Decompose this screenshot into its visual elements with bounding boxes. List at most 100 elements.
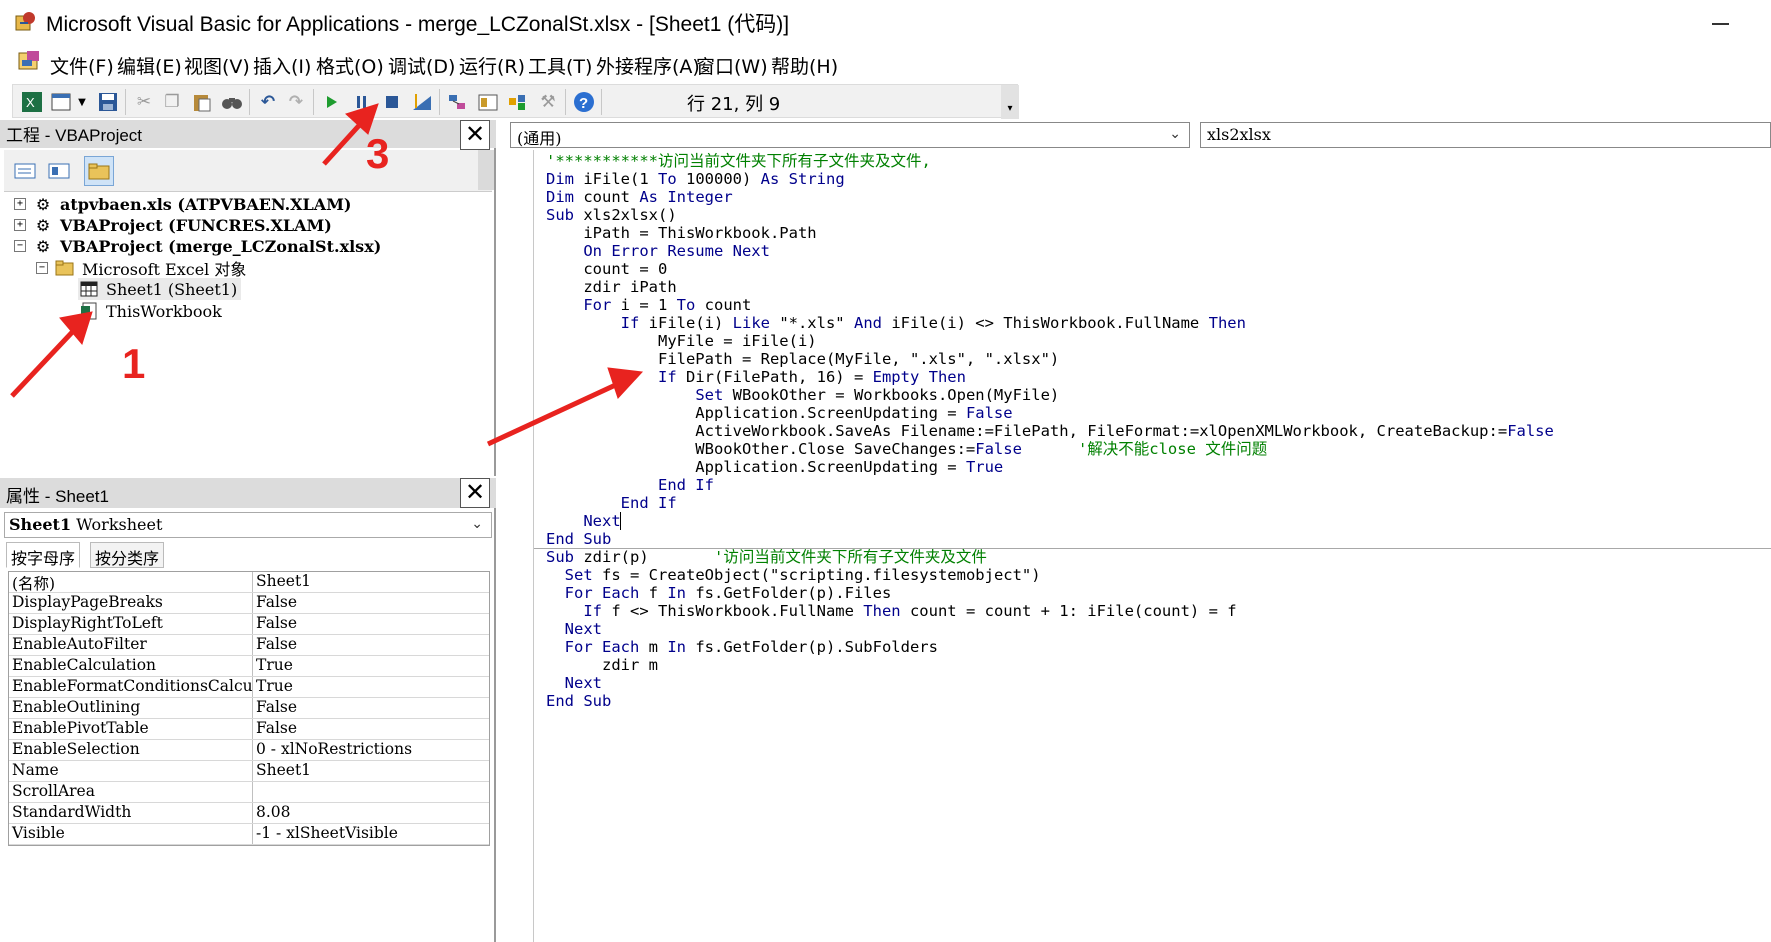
code-line[interactable]: MyFile = iFile(i)	[546, 332, 1771, 350]
menu-edit[interactable]: 编辑(E)	[117, 52, 182, 79]
paste-icon[interactable]	[189, 89, 215, 115]
code-line[interactable]: End Sub	[546, 530, 1771, 548]
pause-icon[interactable]	[349, 89, 375, 115]
code-margin[interactable]	[500, 150, 534, 942]
property-row[interactable]: EnableAutoFilter False	[9, 635, 489, 656]
code-line[interactable]: For i = 1 To count	[546, 296, 1771, 314]
tree-item-thisworkbook[interactable]: ThisWorkbook	[78, 300, 222, 322]
code-line[interactable]: End Sub	[546, 692, 1771, 710]
object-select[interactable]: Sheet1 Worksheet ⌄	[4, 512, 492, 538]
property-row[interactable]: (名称) Sheet1	[9, 572, 489, 593]
undo-icon[interactable]: ↶	[255, 89, 281, 115]
code-editor[interactable]: '***********访问当前文件夹下所有子文件夹及文件, Dim iFile(…	[546, 152, 1771, 710]
code-line[interactable]: Set fs = CreateObject("scripting.filesys…	[546, 566, 1771, 584]
tree-item-sheet1[interactable]: Sheet1 (Sheet1)	[78, 278, 242, 300]
code-line[interactable]: For Each f In fs.GetFolder(p).Files	[546, 584, 1771, 602]
expand-icon[interactable]: +	[14, 198, 26, 210]
properties-close-button[interactable]: ✕	[460, 478, 490, 508]
menu-debug[interactable]: 调试(D)	[388, 52, 455, 79]
code-line[interactable]: If iFile(i) Like "*.xls" And iFile(i) <>…	[546, 314, 1771, 332]
code-line[interactable]: Next	[546, 512, 1771, 530]
code-line[interactable]: Dim count As Integer	[546, 188, 1771, 206]
help-icon[interactable]: ?	[571, 89, 597, 115]
minimize-button[interactable]	[1700, 2, 1740, 40]
menu-run[interactable]: 运行(R)	[459, 52, 525, 79]
code-line[interactable]: '***********访问当前文件夹下所有子文件夹及文件,	[546, 152, 1771, 170]
view-object-icon[interactable]	[44, 156, 74, 186]
procedure-combo[interactable]: xls2xlsx	[1200, 122, 1771, 148]
code-line[interactable]: Next	[546, 674, 1771, 692]
cut-icon[interactable]: ✂	[131, 89, 157, 115]
design-mode-icon[interactable]	[409, 89, 435, 115]
property-row[interactable]: EnableCalculation True	[9, 656, 489, 677]
project-close-button[interactable]: ✕	[460, 120, 490, 150]
property-row[interactable]: EnablePivotTable False	[9, 719, 489, 740]
properties-window-icon[interactable]	[475, 89, 501, 115]
property-row[interactable]: DisplayPageBreaks False	[9, 593, 489, 614]
tree-item-atpvbaen[interactable]: + ⚙ atpvbaen.xls (ATPVBAEN.XLAM)	[14, 193, 352, 215]
expand-icon[interactable]: +	[14, 219, 26, 231]
code-line[interactable]: End If	[546, 476, 1771, 494]
find-icon[interactable]	[219, 89, 245, 115]
code-line[interactable]: Set WBookOther = Workbooks.Open(MyFile)	[546, 386, 1771, 404]
toggle-folders-icon[interactable]	[84, 156, 114, 186]
tree-item-funcres[interactable]: + ⚙ VBAProject (FUNCRES.XLAM)	[14, 214, 332, 236]
object-combo[interactable]: (通用) ⌄	[510, 122, 1190, 148]
save-icon[interactable]	[95, 89, 121, 115]
project-scrollbar[interactable]	[478, 150, 494, 190]
property-row[interactable]: EnableFormatConditionsCalcu True	[9, 677, 489, 698]
property-row[interactable]: ScrollArea	[9, 782, 489, 803]
object-browser-icon[interactable]	[505, 89, 531, 115]
code-line[interactable]: count = 0	[546, 260, 1771, 278]
code-line[interactable]: For Each m In fs.GetFolder(p).SubFolders	[546, 638, 1771, 656]
tree-item-merge-project[interactable]: − ⚙ VBAProject (merge_LCZonalSt.xlsx)	[14, 235, 381, 257]
collapse-icon[interactable]: −	[36, 262, 48, 274]
menu-view[interactable]: 视图(V)	[184, 52, 250, 79]
menu-help[interactable]: 帮助(H)	[771, 52, 838, 79]
code-line[interactable]: If f <> ThisWorkbook.FullName Then count…	[546, 602, 1771, 620]
code-line[interactable]: Application.ScreenUpdating = True	[546, 458, 1771, 476]
view-code-icon[interactable]	[10, 156, 40, 186]
menu-window[interactable]: 窗口(W)	[696, 52, 768, 79]
menu-format[interactable]: 格式(O)	[316, 52, 384, 79]
toolbar-overflow-button[interactable]: ▾	[1001, 85, 1019, 119]
code-line[interactable]: zdir iPath	[546, 278, 1771, 296]
code-line[interactable]: Sub xls2xlsx()	[546, 206, 1771, 224]
menu-addins[interactable]: 外接程序(A)	[596, 52, 700, 79]
redo-icon[interactable]: ↷	[283, 89, 309, 115]
tree-item-excel-objects[interactable]: − Microsoft Excel 对象	[36, 257, 246, 279]
code-line[interactable]: zdir m	[546, 656, 1771, 674]
vba-app-icon[interactable]	[14, 10, 38, 34]
code-line[interactable]: Application.ScreenUpdating = False	[546, 404, 1771, 422]
project-explorer-icon[interactable]	[445, 89, 471, 115]
property-row[interactable]: EnableSelection 0 - xlNoRestrictions	[9, 740, 489, 761]
code-line[interactable]: If Dir(FilePath, 16) = Empty Then	[546, 368, 1771, 386]
copy-icon[interactable]: ❐	[159, 89, 185, 115]
code-line[interactable]: End If	[546, 494, 1771, 512]
property-row[interactable]: Visible -1 - xlSheetVisible	[9, 824, 489, 845]
toolbox-icon[interactable]: ⚒	[535, 89, 561, 115]
run-icon[interactable]	[319, 89, 345, 115]
code-line[interactable]: ActiveWorkbook.SaveAs Filename:=FilePath…	[546, 422, 1771, 440]
reset-icon[interactable]	[379, 89, 405, 115]
code-line[interactable]: iPath = ThisWorkbook.Path	[546, 224, 1771, 242]
menu-tools[interactable]: 工具(T)	[528, 52, 592, 79]
tab-categorized[interactable]: 按分类序	[90, 542, 165, 568]
excel-view-icon[interactable]	[18, 50, 44, 74]
menu-insert[interactable]: 插入(I)	[253, 52, 311, 79]
collapse-icon[interactable]: −	[14, 240, 26, 252]
code-line[interactable]: Next	[546, 620, 1771, 638]
tab-alphabetic[interactable]: 按字母序	[6, 542, 81, 568]
property-row[interactable]: StandardWidth 8.08	[9, 803, 489, 824]
property-row[interactable]: Name Sheet1	[9, 761, 489, 782]
code-line[interactable]: Dim iFile(1 To 100000) As String	[546, 170, 1771, 188]
menu-file[interactable]: 文件(F)	[50, 52, 114, 79]
excel-view-icon[interactable]: X	[19, 89, 45, 115]
property-row[interactable]: DisplayRightToLeft False	[9, 614, 489, 635]
property-row[interactable]: EnableOutlining False	[9, 698, 489, 719]
code-line[interactable]: Sub zdir(p) '访问当前文件夹下所有子文件夹及文件	[546, 548, 1771, 566]
code-line[interactable]: FilePath = Replace(MyFile, ".xls", ".xls…	[546, 350, 1771, 368]
chevron-down-icon[interactable]: ▼	[75, 89, 89, 115]
code-line[interactable]: WBookOther.Close SaveChanges:=False '解决不…	[546, 440, 1771, 458]
code-line[interactable]: On Error Resume Next	[546, 242, 1771, 260]
